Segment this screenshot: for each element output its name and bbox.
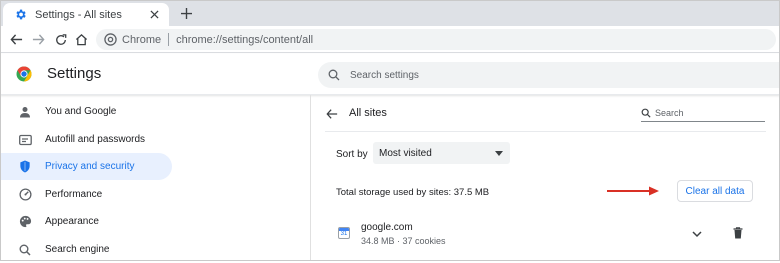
close-tab-icon[interactable] (147, 8, 161, 22)
panel-separator (325, 131, 766, 132)
sort-by-value: Most visited (379, 147, 432, 159)
tab-strip: Settings - All sites (0, 0, 780, 26)
tab-settings[interactable]: Settings - All sites (3, 3, 169, 26)
chrome-site-icon (104, 33, 117, 46)
address-bar[interactable]: Chrome chrome://settings/content/all (96, 29, 776, 50)
palette-icon (18, 215, 32, 229)
sidebar-item-label: You and Google (45, 106, 117, 117)
site-name: google.com (361, 222, 413, 233)
search-settings-input[interactable]: Search settings (318, 62, 780, 88)
trash-icon[interactable] (732, 226, 744, 240)
forward-arrow-icon[interactable] (31, 32, 46, 47)
search-icon (18, 243, 32, 257)
site-search-placeholder: Search (655, 107, 684, 118)
favicon-text: 31 (340, 231, 348, 237)
autofill-icon (18, 133, 32, 147)
page-title: Settings (47, 65, 102, 82)
speedometer-icon (18, 188, 32, 202)
site-storage-meta: 34.8 MB · 37 cookies (361, 236, 446, 246)
sort-by-label: Sort by (336, 149, 368, 160)
sidebar-item-label: Search engine (45, 244, 110, 255)
sidebar-item-performance[interactable]: Performance (0, 181, 172, 208)
reload-icon[interactable] (53, 32, 68, 47)
google-calendar-favicon-icon: 31 (338, 227, 350, 239)
all-sites-panel: All sites Search Sort by Most visited To… (311, 95, 780, 261)
home-icon[interactable] (74, 32, 89, 47)
back-arrow-icon[interactable] (9, 32, 24, 47)
omnibox-separator (168, 33, 170, 46)
settings-gear-icon (13, 8, 27, 22)
search-icon (328, 69, 340, 81)
chrome-logo-icon (16, 66, 32, 82)
dropdown-caret-icon (495, 150, 503, 156)
sidebar-item-label: Privacy and security (45, 161, 135, 172)
sidebar-item-search-engine[interactable]: Search engine (0, 236, 172, 263)
clear-all-data-button[interactable]: Clear all data (677, 180, 753, 202)
sidebar-item-you-and-google[interactable]: You and Google (0, 98, 172, 125)
sidebar-item-label: Performance (45, 189, 103, 200)
sidebar-item-label: Autofill and passwords (45, 134, 146, 145)
settings-sidebar: You and Google Autofill and passwords Pr… (0, 96, 180, 261)
sidebar-item-privacy-and-security[interactable]: Privacy and security (0, 153, 172, 180)
browser-toolbar: Chrome chrome://settings/content/all (0, 26, 780, 53)
sidebar-item-appearance[interactable]: Appearance (0, 208, 172, 235)
panel-title: All sites (349, 107, 387, 119)
total-storage-text: Total storage used by sites: 37.5 MB (336, 187, 490, 198)
shield-icon (18, 160, 32, 174)
site-row[interactable]: 31 google.com 34.8 MB · 37 cookies (311, 215, 780, 259)
tab-title: Settings - All sites (35, 8, 122, 21)
search-icon (641, 108, 651, 118)
site-search-input[interactable]: Search (641, 104, 765, 122)
sort-by-select[interactable]: Most visited (373, 142, 510, 164)
chevron-down-icon[interactable] (691, 228, 703, 240)
back-arrow-icon[interactable] (325, 107, 339, 121)
new-tab-plus-icon[interactable] (178, 5, 194, 21)
person-icon (18, 105, 32, 119)
origin-chip: Chrome (122, 33, 162, 46)
search-settings-placeholder: Search settings (350, 69, 419, 81)
sidebar-item-autofill[interactable]: Autofill and passwords (0, 126, 172, 153)
settings-header: Settings Search settings (0, 54, 780, 95)
url-text: chrome://settings/content/all (176, 33, 314, 46)
annotation-arrow-icon (607, 186, 659, 196)
sidebar-item-label: Appearance (45, 216, 99, 227)
